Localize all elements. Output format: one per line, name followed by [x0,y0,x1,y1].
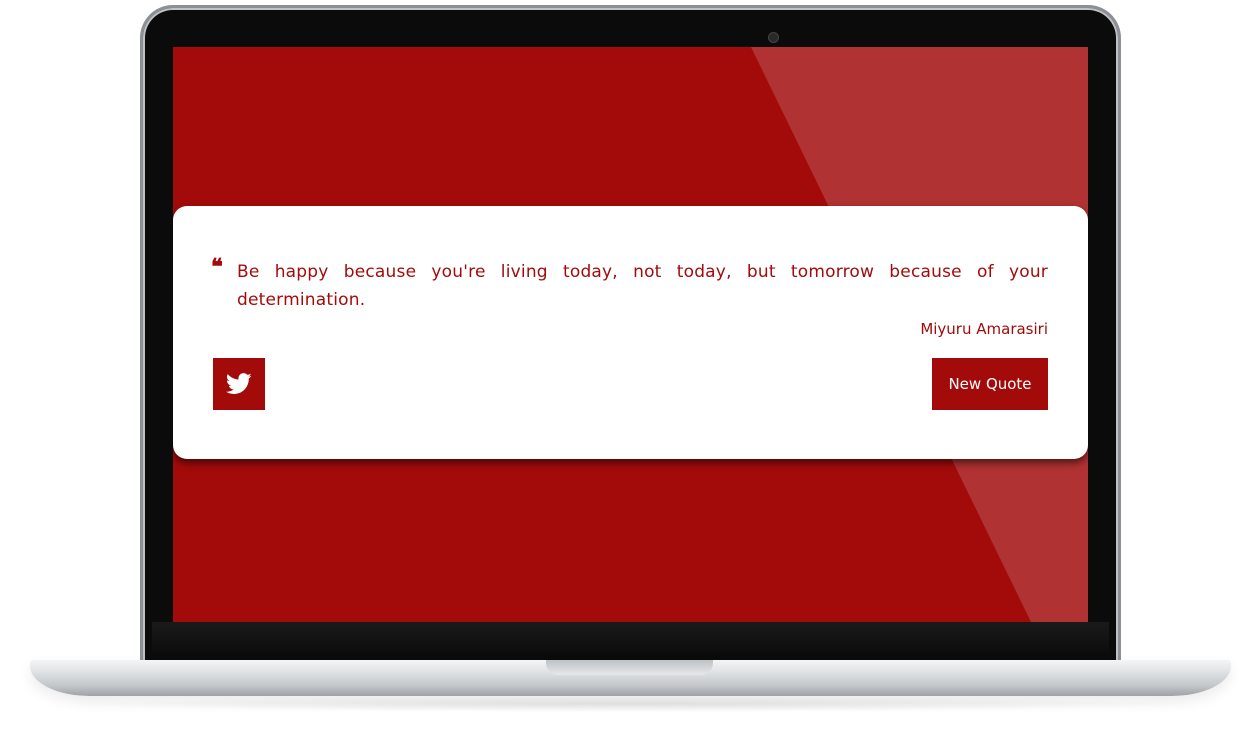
laptop-notch [546,660,713,675]
screen: ❝ Be happy because you're living today, … [173,47,1088,622]
laptop-shadow [60,696,1201,712]
quote-row: ❝ Be happy because you're living today, … [211,254,1048,314]
new-quote-button[interactable]: New Quote [932,358,1048,410]
camera [769,33,778,42]
laptop-mockup: ❝ Be happy because you're living today, … [0,0,1260,737]
tweet-button[interactable] [213,358,265,410]
quote-card: ❝ Be happy because you're living today, … [173,206,1088,459]
quote-left-icon: ❝ [211,254,223,280]
twitter-icon [226,373,252,394]
quote-text: Be happy because you're living today, no… [237,262,1048,310]
laptop-bezel-bottom [152,622,1109,652]
quote-author: Miyuru Amarasiri [920,320,1048,338]
